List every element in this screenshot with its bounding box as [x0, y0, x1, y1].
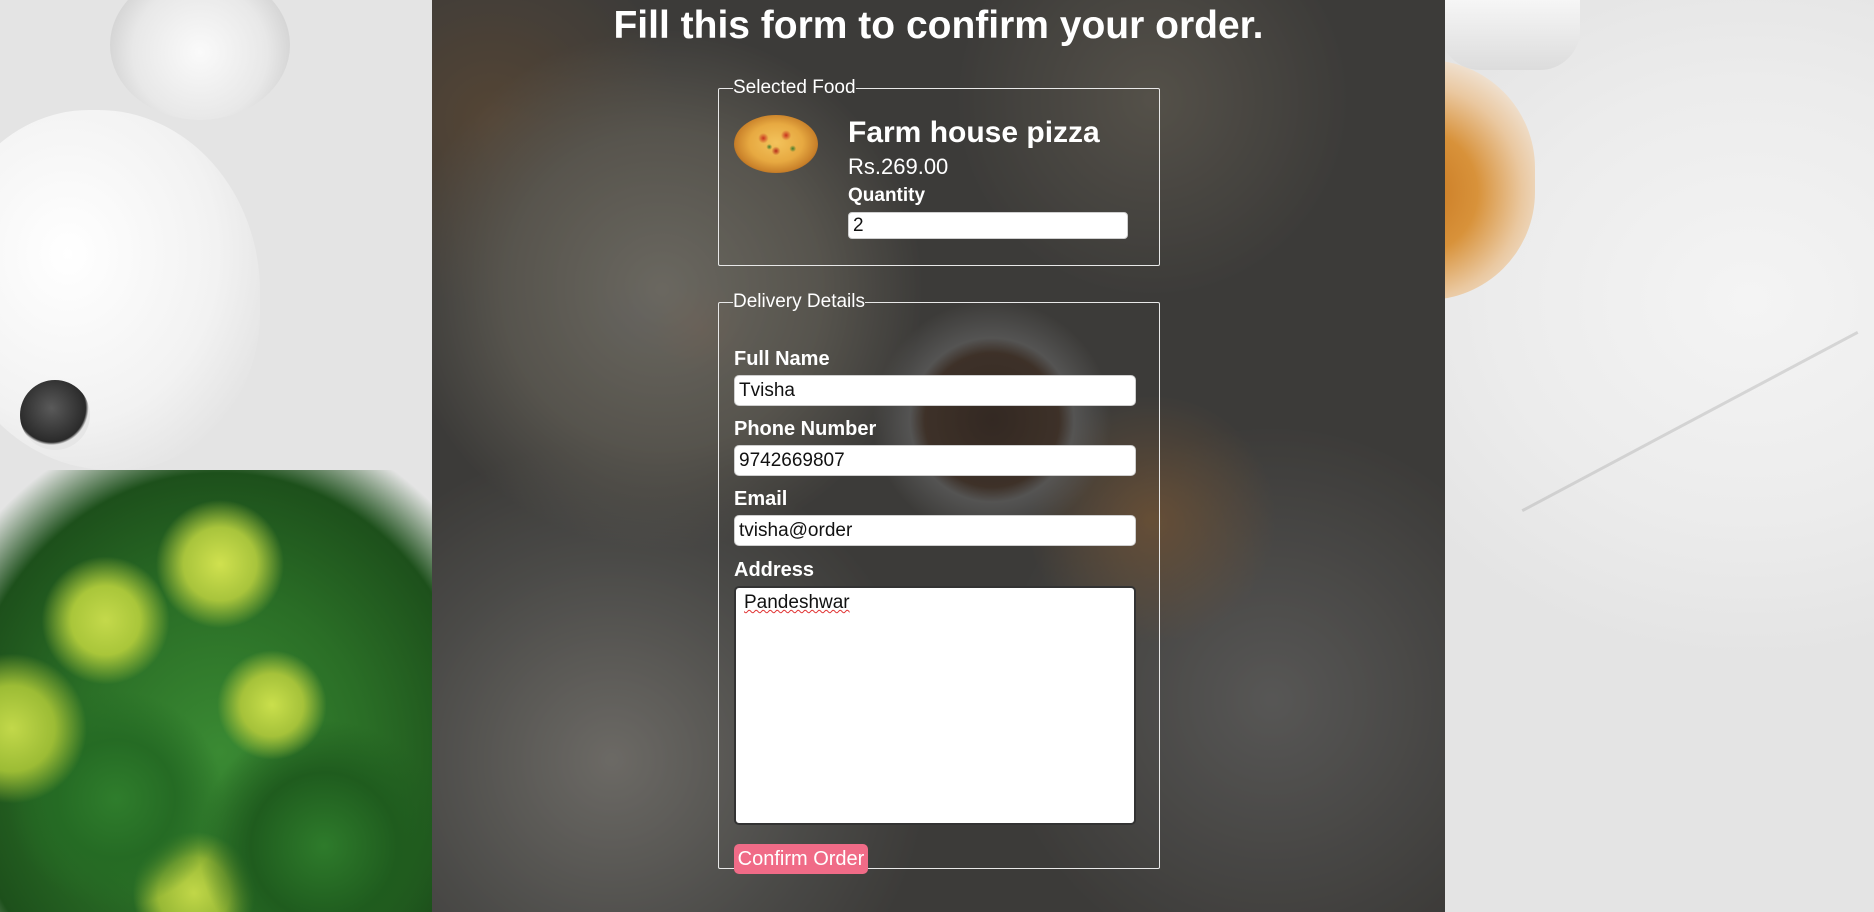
selected-food-fieldset: Selected Food Farm house pizza Rs.269.00…	[718, 77, 1160, 266]
phone-number-label: Phone Number	[734, 418, 877, 440]
page-title: Fill this form to confirm your order.	[613, 4, 1264, 47]
quantity-label: Quantity	[848, 185, 926, 206]
food-price: Rs.269.00	[848, 154, 949, 179]
address-label: Address	[734, 559, 815, 581]
email-field[interactable]	[734, 515, 1136, 546]
bottle	[1440, 0, 1580, 70]
food-name: Farm house pizza	[848, 116, 1100, 149]
pizza-image	[734, 115, 818, 173]
jug-spout	[20, 380, 90, 450]
selected-food-legend: Selected Food	[733, 77, 856, 98]
confirm-order-button[interactable]: Confirm Order	[734, 844, 868, 874]
phone-number-field[interactable]	[734, 445, 1136, 476]
milk-cup	[110, 0, 290, 120]
full-name-label: Full Name	[734, 348, 830, 370]
delivery-details-legend: Delivery Details	[733, 291, 865, 312]
email-label: Email	[734, 488, 788, 510]
address-field[interactable]: Pandeshwar	[734, 586, 1136, 825]
full-name-field[interactable]	[734, 375, 1136, 406]
delivery-details-fieldset: Delivery Details Full Name Phone Number …	[718, 291, 1160, 874]
quantity-input[interactable]	[848, 212, 1128, 239]
address-text: Pandeshwar	[744, 592, 850, 613]
green-flowers	[0, 470, 480, 912]
marble-vein	[1521, 330, 1859, 513]
